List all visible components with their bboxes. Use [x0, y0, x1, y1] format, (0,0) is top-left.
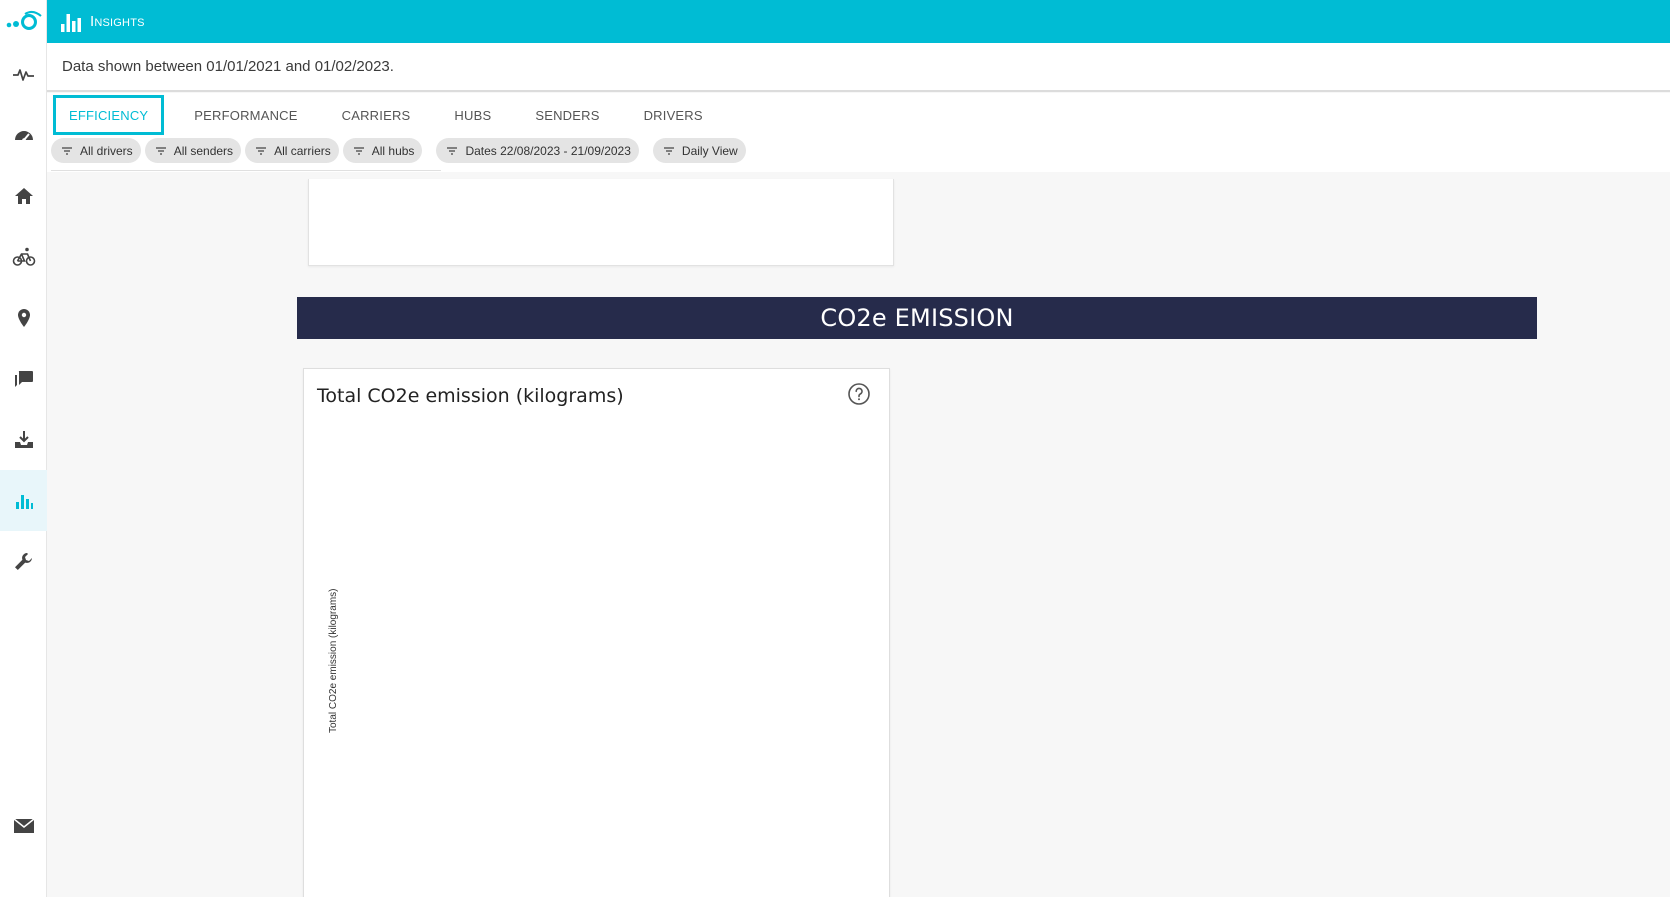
- mail-icon: [13, 817, 34, 833]
- filter-dates-chip[interactable]: Dates 22/08/2023 - 21/09/2023: [436, 138, 639, 163]
- chip-label: All drivers: [80, 143, 133, 158]
- wrench-icon: [14, 552, 32, 570]
- nav-messages[interactable]: [0, 348, 47, 409]
- bicycle-icon: [12, 247, 35, 266]
- chip-label: All senders: [173, 143, 234, 158]
- tab-senders[interactable]: SENDERS: [513, 95, 621, 135]
- app-logo[interactable]: [0, 0, 47, 42]
- previous-chart-card: [308, 179, 894, 266]
- section-banner: CO2e EMISSION: [297, 297, 1537, 339]
- tab-hubs[interactable]: HUBS: [432, 95, 513, 135]
- nav-activity[interactable]: [0, 43, 47, 104]
- filter-icon: [447, 146, 458, 155]
- divider: [51, 170, 441, 171]
- chip-label: All hubs: [371, 143, 415, 158]
- date-range-info: Data shown between 01/01/2021 and 01/02/…: [47, 43, 1670, 92]
- chip-label: All carriers: [274, 143, 331, 158]
- chart-y-axis-label: Total CO2e emission (kilograms): [328, 588, 339, 734]
- chip-label: Dates 22/08/2023 - 21/09/2023: [465, 143, 631, 158]
- inbox-download-icon: [14, 430, 33, 448]
- nav-locations[interactable]: [0, 287, 47, 348]
- nav-imports[interactable]: [0, 409, 47, 470]
- chat-icon: [14, 370, 33, 387]
- filter-hubs-chip[interactable]: All hubs: [342, 138, 423, 163]
- help-icon[interactable]: [847, 382, 871, 406]
- bar-chart-icon: [61, 13, 81, 32]
- filter-senders-chip[interactable]: All senders: [144, 138, 242, 163]
- nav-mail[interactable]: [0, 795, 47, 856]
- filter-chips: All drivers All senders All carriers All…: [51, 138, 750, 163]
- tabs-and-filters: EFFICIENCY PERFORMANCE CARRIERS HUBS SEN…: [47, 93, 1670, 172]
- tab-drivers[interactable]: DRIVERS: [622, 95, 725, 135]
- speedometer-icon: [14, 130, 33, 142]
- filter-icon: [353, 146, 364, 155]
- top-bar: Insights: [47, 0, 1670, 43]
- page-title: Insights: [90, 13, 145, 30]
- side-nav: [0, 0, 47, 897]
- filter-view-chip[interactable]: Daily View: [652, 138, 746, 163]
- tab-bar: EFFICIENCY PERFORMANCE CARRIERS HUBS SEN…: [53, 95, 725, 135]
- chart-title: Total CO2e emission (kilograms): [317, 385, 624, 407]
- filter-icon: [256, 146, 267, 155]
- filter-icon: [62, 146, 72, 155]
- tab-efficiency[interactable]: EFFICIENCY: [53, 95, 165, 135]
- filter-icon: [663, 146, 674, 155]
- logo-icon: [6, 10, 42, 30]
- chip-label: Daily View: [681, 143, 738, 158]
- section-banner-title: CO2e EMISSION: [820, 304, 1014, 332]
- tab-performance[interactable]: PERFORMANCE: [172, 95, 319, 135]
- activity-icon: [12, 68, 34, 81]
- tab-carriers[interactable]: CARRIERS: [320, 95, 433, 135]
- nav-home[interactable]: [0, 165, 47, 226]
- filter-carriers-chip[interactable]: All carriers: [245, 138, 339, 163]
- map-pin-icon: [17, 308, 30, 327]
- date-range-text: Data shown between 01/01/2021 and 01/02/…: [62, 58, 394, 75]
- nav-settings[interactable]: [0, 531, 47, 592]
- nav-riders[interactable]: [0, 226, 47, 287]
- nav-dashboard[interactable]: [0, 104, 47, 165]
- bar-chart-icon: [15, 494, 33, 509]
- filter-icon: [155, 146, 166, 155]
- home-icon: [14, 187, 33, 204]
- filter-drivers-chip[interactable]: All drivers: [51, 138, 141, 163]
- co2-chart-card: Total CO2e emission (kilograms) Total CO…: [303, 368, 890, 897]
- nav-insights[interactable]: [0, 470, 47, 531]
